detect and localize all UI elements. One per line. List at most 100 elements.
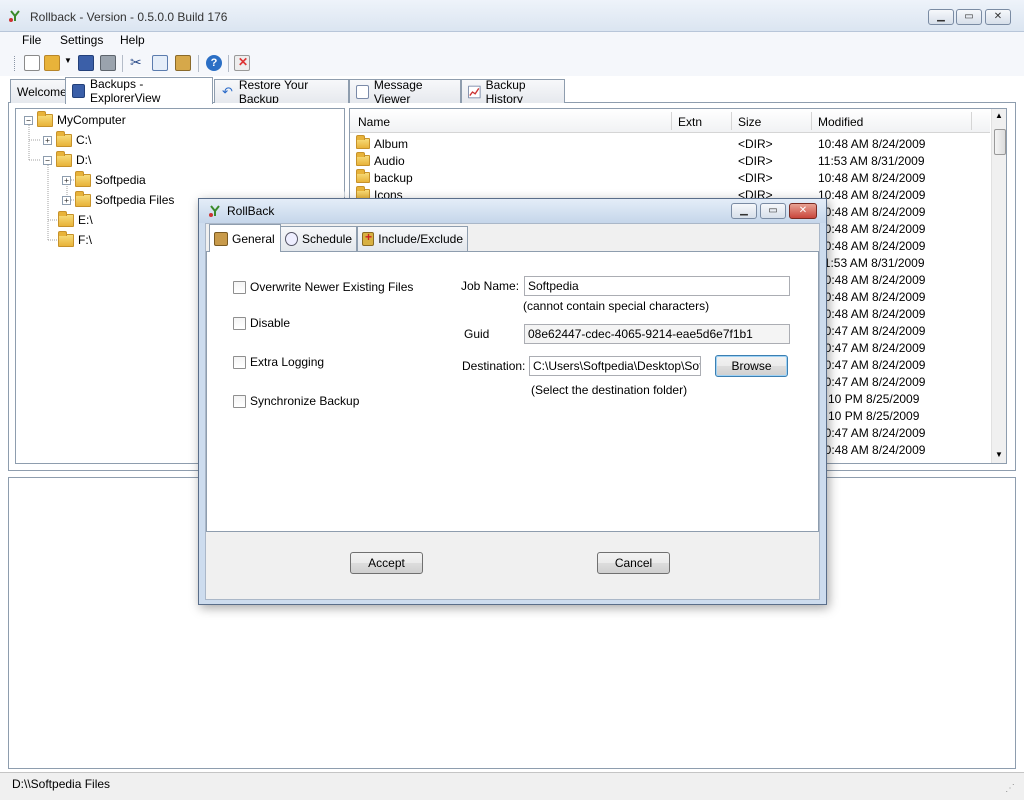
file-modified: 10:48 AM 8/24/2009	[818, 443, 926, 457]
folder-icon	[356, 135, 370, 149]
folder-icon	[75, 190, 91, 207]
extra-logging-checkbox[interactable]	[233, 356, 246, 369]
scroll-down-icon[interactable]: ▼	[995, 450, 1003, 459]
dialog-tab-include-exclude[interactable]: + Include/Exclude	[357, 226, 468, 251]
browse-button[interactable]: Browse	[715, 355, 788, 377]
minimize-button[interactable]: ▁	[928, 9, 954, 25]
file-row[interactable]: Audio <DIR> 11:53 AM 8/31/2009	[350, 152, 990, 169]
column-divider[interactable]	[811, 112, 812, 130]
column-divider[interactable]	[731, 112, 732, 130]
collapse-icon[interactable]: −	[43, 155, 52, 165]
checkbox-label[interactable]: Synchronize Backup	[250, 394, 359, 408]
expand-icon[interactable]: +	[62, 195, 71, 205]
file-name: Album	[374, 137, 409, 151]
tree-node-d-drive[interactable]: − D:\	[43, 150, 91, 169]
menu-bar: File Settings Help	[0, 32, 1024, 51]
destination-input[interactable]: C:\Users\Softpedia\Desktop\Softpedia	[529, 356, 701, 376]
dialog-close-button[interactable]: ✕	[789, 203, 817, 219]
expand-icon[interactable]: +	[62, 175, 71, 185]
cancel-button[interactable]: Cancel	[597, 552, 670, 574]
tree-node-label: C:\	[76, 133, 92, 147]
folder-icon	[356, 169, 370, 183]
tree-node-mycomputer[interactable]: − MyComputer	[24, 110, 126, 129]
save-icon[interactable]	[78, 55, 94, 71]
file-size: <DIR>	[738, 154, 773, 168]
guid-field: 08e62447-cdec-4065-9214-eae5d6e7f1b1	[524, 324, 790, 344]
collapse-icon[interactable]: −	[24, 115, 33, 125]
column-header-name[interactable]: Name	[358, 115, 390, 129]
file-list-header: Name Extn Size Modified	[350, 109, 990, 133]
file-modified: 10:48 AM 8/24/2009	[818, 273, 926, 287]
file-modified: 11:53 AM 8/31/2009	[818, 154, 925, 168]
file-modified: 10:48 AM 8/24/2009	[818, 171, 926, 185]
tab-backup-history[interactable]: Backup History	[461, 78, 565, 106]
folder-icon	[75, 170, 91, 187]
new-file-icon[interactable]	[24, 55, 40, 71]
folder-icon	[56, 130, 72, 147]
tree-node-f-drive[interactable]: F:\	[58, 230, 92, 249]
disable-checkbox[interactable]	[233, 317, 246, 330]
menu-help[interactable]: Help	[116, 33, 149, 47]
dialog-tab-general[interactable]: General	[209, 224, 281, 252]
copy-icon[interactable]	[152, 55, 168, 71]
dialog-minimize-button[interactable]: ▁	[731, 203, 757, 219]
destination-label: Destination:	[462, 359, 526, 373]
toolbar-grip[interactable]	[14, 56, 16, 71]
window-title: Rollback - Version - 0.5.0.0 Build 176	[30, 10, 228, 24]
job-name-hint: (cannot contain special characters)	[523, 299, 710, 313]
checkbox-label[interactable]: Overwrite Newer Existing Files	[250, 280, 413, 294]
vertical-scrollbar[interactable]: ▲ ▼	[991, 109, 1006, 463]
close-button[interactable]: ✕	[985, 9, 1011, 25]
delete-icon[interactable]: ✕	[234, 55, 250, 71]
tree-node-e-drive[interactable]: E:\	[58, 210, 93, 229]
synchronize-backup-checkbox[interactable]	[233, 395, 246, 408]
job-name-input[interactable]: Softpedia	[524, 276, 790, 296]
open-folder-icon[interactable]	[44, 55, 60, 71]
print-icon[interactable]	[100, 55, 116, 71]
overwrite-newer-checkbox[interactable]	[233, 281, 246, 294]
maximize-icon: ▭	[768, 205, 778, 216]
file-modified: 10:47 AM 8/24/2009	[818, 426, 926, 440]
checkbox-label[interactable]: Disable	[250, 316, 290, 330]
file-modified: 10:47 AM 8/24/2009	[818, 341, 926, 355]
column-divider[interactable]	[971, 112, 972, 130]
file-modified: 10:48 AM 8/24/2009	[818, 290, 926, 304]
file-modified: 3:10 PM 8/25/2009	[818, 392, 920, 406]
dialog-maximize-button[interactable]: ▭	[760, 203, 786, 219]
folder-icon	[37, 110, 53, 127]
expand-icon[interactable]: +	[43, 135, 52, 145]
column-header-modified[interactable]: Modified	[818, 115, 863, 129]
cut-icon[interactable]: ✂	[130, 54, 142, 71]
column-divider[interactable]	[671, 112, 672, 130]
maximize-button[interactable]: ▭	[956, 9, 982, 25]
clock-icon	[285, 232, 298, 246]
accept-button[interactable]: Accept	[350, 552, 423, 574]
rollback-dialog: RollBack ▁ ▭ ✕ General Schedule + Includ…	[198, 198, 827, 605]
tab-backups-explorerview[interactable]: Backups - ExplorerView	[65, 77, 213, 105]
file-modified: 10:48 AM 8/24/2009	[818, 222, 926, 236]
help-icon[interactable]: ?	[206, 55, 222, 71]
checkbox-label[interactable]: Extra Logging	[250, 355, 324, 369]
minimize-icon: ▁	[740, 205, 748, 216]
tab-restore-your-backup[interactable]: ↶ Restore Your Backup	[214, 78, 349, 106]
tree-node-c-drive[interactable]: + C:\	[43, 130, 92, 149]
scroll-thumb[interactable]	[994, 129, 1006, 155]
dialog-tab-schedule[interactable]: Schedule	[280, 226, 357, 251]
file-row[interactable]: Album <DIR> 10:48 AM 8/24/2009	[350, 135, 990, 152]
tree-node-softpedia-files[interactable]: + Softpedia Files	[62, 190, 174, 209]
tab-welcome[interactable]: Welcome	[10, 79, 67, 103]
column-header-size[interactable]: Size	[738, 115, 761, 129]
tab-message-viewer[interactable]: Message Viewer	[349, 78, 461, 106]
menu-settings[interactable]: Settings	[56, 33, 107, 47]
dropdown-arrow-icon[interactable]: ▼	[64, 56, 72, 65]
file-row[interactable]: backup <DIR> 10:48 AM 8/24/2009	[350, 169, 990, 186]
tree-node-softpedia[interactable]: + Softpedia	[62, 170, 146, 189]
column-header-extn[interactable]: Extn	[678, 115, 702, 129]
menu-file[interactable]: File	[18, 33, 45, 47]
paste-icon[interactable]	[175, 55, 191, 71]
folder-icon	[56, 150, 72, 167]
minimize-icon: ▁	[937, 11, 945, 22]
scroll-up-icon[interactable]: ▲	[995, 111, 1003, 120]
file-modified: 10:48 AM 8/24/2009	[818, 307, 926, 321]
resize-grip-icon[interactable]: ⋰	[1005, 783, 1015, 794]
